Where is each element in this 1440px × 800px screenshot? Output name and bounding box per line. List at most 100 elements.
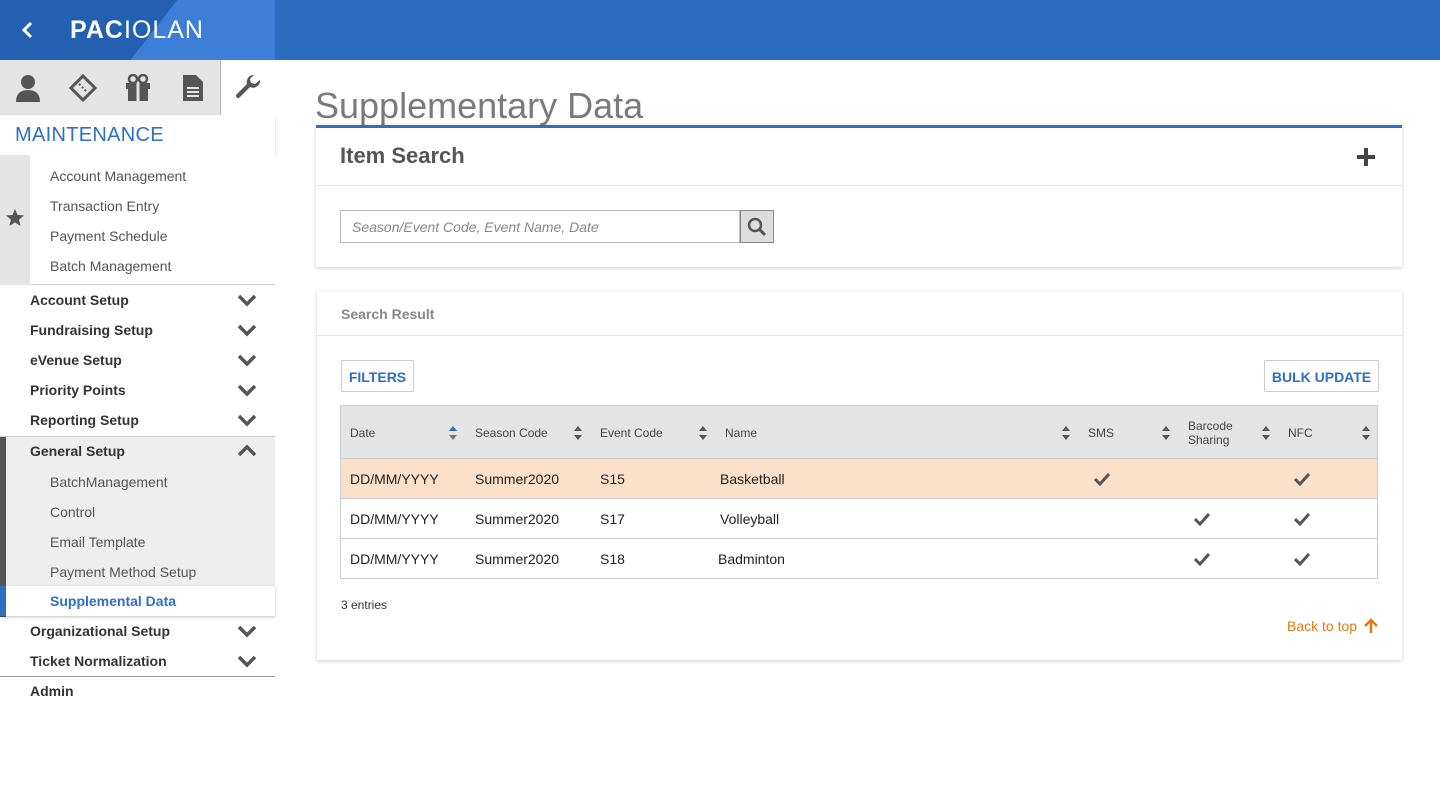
gift-icon[interactable] [110, 60, 165, 115]
cell-season-code: Summer2020 [475, 511, 560, 527]
brand-header: PACIOLAN [0, 0, 275, 60]
menu-label: Reporting Setup [30, 412, 139, 428]
favorites-block: Account Management Transaction Entry Pay… [0, 155, 275, 285]
chevron-down-icon [237, 354, 257, 367]
column-header-nfc[interactable]: NFC [1288, 406, 1313, 459]
menu-fundraising-setup[interactable]: Fundraising Setup [0, 315, 275, 345]
menu-organizational-setup[interactable]: Organizational Setup [0, 616, 275, 646]
results-table: Date Season Code Event Code Name SMS Bar… [340, 405, 1378, 579]
column-header-date[interactable]: Date [350, 406, 375, 459]
cell-name: Badminton [718, 551, 785, 567]
cell-season-code: Summer2020 [475, 471, 560, 487]
bulk-update-button[interactable]: BULK UPDATE [1264, 360, 1379, 392]
sort-icon[interactable] [573, 425, 583, 441]
search-icon [747, 217, 767, 236]
submenu-item[interactable]: Payment Method Setup [50, 564, 196, 580]
chevron-down-icon [237, 294, 257, 307]
favorite-item[interactable]: Account Management [50, 168, 186, 184]
menu-label: Fundraising Setup [30, 322, 153, 338]
module-icon-row [0, 60, 275, 115]
submenu-item[interactable]: Control [50, 504, 95, 520]
sort-icon[interactable] [1161, 425, 1171, 441]
cell-event-code: S18 [600, 551, 625, 567]
menu-label: eVenue Setup [30, 352, 122, 368]
sort-icon[interactable] [1361, 425, 1371, 441]
menu-label: General Setup [30, 443, 125, 459]
menu-admin[interactable]: Admin [0, 676, 275, 706]
arrow-up-icon [1364, 618, 1378, 633]
back-to-top-link[interactable]: Back to top [1287, 618, 1379, 634]
ticket-icon[interactable] [55, 60, 110, 115]
check-icon [1094, 472, 1110, 486]
search-result-card: Search Result FILTERS BULK UPDATE Date S… [317, 292, 1402, 660]
check-icon [1294, 512, 1310, 526]
filters-button[interactable]: FILTERS [341, 360, 414, 392]
column-header-name[interactable]: Name [725, 406, 757, 459]
item-search-card: Item Search [316, 125, 1402, 267]
check-icon [1194, 512, 1210, 526]
column-header-season-code[interactable]: Season Code [475, 406, 548, 459]
cell-name: Basketball [720, 471, 785, 487]
menu-label: Ticket Normalization [30, 653, 167, 669]
table-header: Date Season Code Event Code Name SMS Bar… [341, 406, 1377, 459]
chevron-down-icon [237, 655, 257, 668]
chevron-down-icon [237, 384, 257, 397]
entries-count: 3 entries [341, 598, 388, 612]
check-icon [1294, 472, 1310, 486]
cell-name: Volleyball [720, 511, 780, 527]
column-header-sms[interactable]: SMS [1088, 406, 1114, 459]
menu-account-setup[interactable]: Account Setup [0, 285, 275, 315]
table-row[interactable]: DD/MM/YYYY Summer2020 S18 Badminton [341, 539, 1377, 579]
menu-label: Account Setup [30, 292, 129, 308]
paciolan-logo: PACIOLAN [70, 16, 204, 44]
sort-icon[interactable] [698, 425, 708, 441]
cell-event-code: S15 [600, 471, 625, 487]
item-search-title: Item Search [340, 143, 465, 168]
menu-evenue-setup[interactable]: eVenue Setup [0, 345, 275, 375]
menu-general-setup[interactable]: General Setup [0, 436, 275, 466]
column-header-event-code[interactable]: Event Code [600, 406, 663, 459]
chevron-down-icon [237, 625, 257, 638]
menu-label: Admin [30, 683, 74, 699]
cell-season-code: Summer2020 [475, 551, 560, 567]
chevron-down-icon [237, 414, 257, 427]
user-icon[interactable] [0, 60, 55, 115]
favorite-item[interactable]: Payment Schedule [50, 228, 168, 244]
table-row[interactable]: DD/MM/YYYY Summer2020 S17 Volleyball [341, 499, 1377, 539]
cell-date: DD/MM/YYYY [350, 551, 439, 567]
favorite-item[interactable]: Transaction Entry [50, 198, 159, 214]
menu-label: Priority Points [30, 382, 126, 398]
sort-icon[interactable] [1061, 425, 1071, 441]
star-icon [6, 209, 24, 226]
column-header-barcode-sharing[interactable]: Barcode Sharing [1188, 406, 1248, 459]
table-row[interactable]: DD/MM/YYYY Summer2020 S15 Basketball [341, 459, 1377, 499]
back-to-top-label: Back to top [1287, 618, 1358, 634]
search-result-title: Search Result [341, 306, 435, 322]
favorite-item[interactable]: Batch Management [50, 258, 171, 274]
menu-priority-points[interactable]: Priority Points [0, 375, 275, 405]
main-content: Supplementary Data Item Search Search Re… [275, 60, 1440, 800]
document-icon[interactable] [165, 60, 220, 115]
search-result-header: Search Result [317, 292, 1402, 336]
submenu-item[interactable]: Email Template [50, 534, 145, 550]
check-icon [1194, 552, 1210, 566]
search-input[interactable] [340, 210, 740, 243]
sort-icon[interactable] [1261, 425, 1271, 441]
selected-indicator [0, 586, 6, 616]
wrench-icon[interactable] [220, 60, 275, 115]
submenu-item[interactable]: BatchManagement [50, 474, 168, 490]
menu-label: Organizational Setup [30, 623, 171, 639]
item-search-header: Item Search [316, 128, 1402, 186]
menu-reporting-setup[interactable]: Reporting Setup [0, 405, 275, 435]
sidebar: MAINTENANCE Account Management Transacti… [0, 60, 275, 800]
chevron-down-icon [237, 324, 257, 337]
back-arrow-icon[interactable] [18, 20, 38, 40]
plus-icon[interactable] [1356, 147, 1376, 167]
submenu-item-selected[interactable]: Supplemental Data [0, 586, 275, 616]
section-title: MAINTENANCE [0, 115, 275, 155]
menu-ticket-normalization[interactable]: Ticket Normalization [0, 646, 275, 676]
search-button[interactable] [740, 210, 774, 243]
cell-event-code: S17 [600, 511, 625, 527]
sort-icon[interactable] [448, 425, 458, 441]
chevron-up-icon [237, 444, 257, 457]
